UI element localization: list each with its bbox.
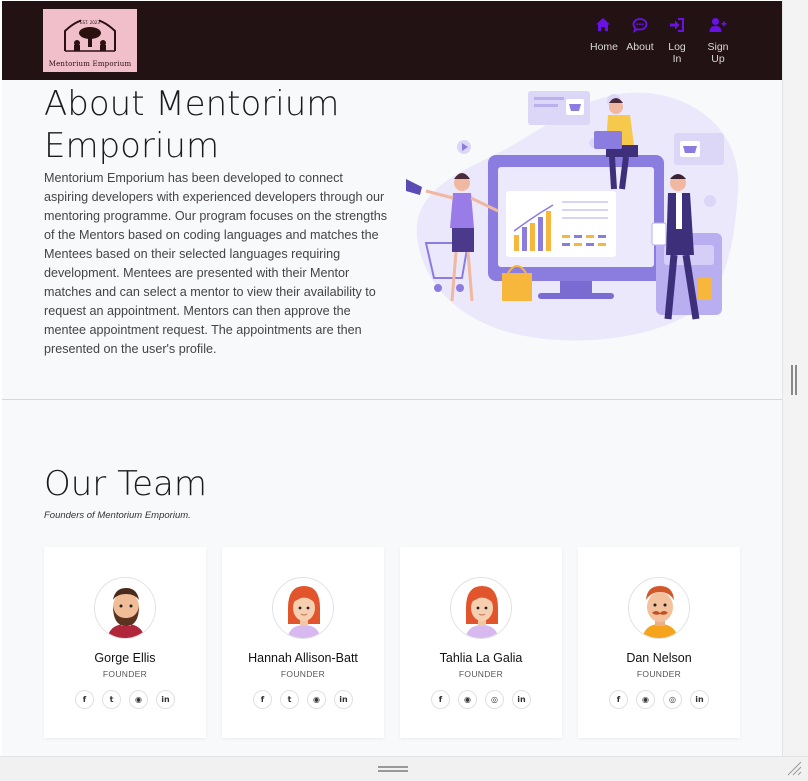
page-viewport: EST. 2023 Mentorium Emporium Home About …: [2, 1, 782, 756]
section-divider: [2, 399, 782, 400]
team-card: Dan Nelson FOUNDER f ◉ ◎ in: [578, 547, 740, 738]
avatar: [94, 577, 156, 639]
twitter-icon[interactable]: t: [102, 690, 121, 709]
nav-about-label: About: [626, 41, 654, 53]
member-role: FOUNDER: [280, 669, 326, 679]
hero-illustration: [406, 91, 739, 341]
avatar: [450, 577, 512, 639]
github-icon[interactable]: ◉: [636, 690, 655, 709]
team-card: Gorge Ellis FOUNDER f t ◉ in: [44, 547, 206, 738]
linkedin-icon[interactable]: in: [690, 690, 709, 709]
team-card: Tahlia La Galia FOUNDER f ◉ ◎ in: [400, 547, 562, 738]
github-icon[interactable]: ◉: [307, 690, 326, 709]
nav-signup[interactable]: Sign Up: [700, 17, 736, 65]
resize-handle[interactable]: [378, 766, 408, 772]
nav-signup-label: Sign Up: [707, 41, 729, 65]
logo-text: Mentorium Emporium: [48, 60, 132, 68]
home-icon: [596, 18, 610, 31]
facebook-icon[interactable]: f: [75, 690, 94, 709]
instagram-icon[interactable]: ◎: [485, 690, 504, 709]
nav-login[interactable]: Log In: [663, 17, 691, 65]
facebook-icon[interactable]: f: [431, 690, 450, 709]
svg-text:EST. 2023: EST. 2023: [80, 20, 100, 25]
github-icon[interactable]: ◉: [129, 690, 148, 709]
brand-logo[interactable]: EST. 2023 Mentorium Emporium: [43, 9, 137, 72]
linkedin-icon[interactable]: in: [512, 690, 531, 709]
member-role: FOUNDER: [458, 669, 504, 679]
linkedin-icon[interactable]: in: [156, 690, 175, 709]
facebook-icon[interactable]: f: [253, 690, 272, 709]
user-plus-icon: [709, 18, 727, 32]
member-name: Dan Nelson: [626, 651, 692, 665]
social-links: f t ◉ in: [44, 690, 206, 709]
red-hair-woman-avatar-icon: [273, 578, 333, 638]
twitter-icon[interactable]: t: [280, 690, 299, 709]
social-links: f ◉ ◎ in: [578, 690, 740, 709]
bearded-man-avatar-icon: [95, 578, 155, 638]
instagram-icon[interactable]: ◎: [663, 690, 682, 709]
nav-home-label: Home: [590, 41, 619, 53]
avatar: [272, 577, 334, 639]
team-subtitle: Founders of Mentorium Emporium.: [44, 510, 191, 521]
social-links: f ◉ ◎ in: [400, 690, 562, 709]
social-links: f t ◉ in: [222, 690, 384, 709]
resize-corner-icon[interactable]: [786, 760, 802, 776]
team-title: Our Team: [44, 464, 207, 504]
nav-login-label: Log In: [668, 41, 686, 65]
member-name: Gorge Ellis: [94, 651, 156, 665]
facebook-icon[interactable]: f: [609, 690, 628, 709]
mustache-man-avatar-icon: [629, 578, 689, 638]
member-name: Hannah Allison-Batt: [248, 651, 358, 665]
nav-home[interactable]: Home: [590, 17, 619, 53]
member-role: FOUNDER: [636, 669, 682, 679]
navbar: EST. 2023 Mentorium Emporium Home About …: [2, 1, 782, 80]
linkedin-icon[interactable]: in: [334, 690, 353, 709]
member-name: Tahlia La Galia: [439, 651, 523, 665]
scrollbar-thumb[interactable]: [791, 365, 797, 395]
about-description: Mentorium Emporium has been developed to…: [44, 171, 387, 356]
nav-about[interactable]: About: [626, 17, 654, 53]
team-card: Hannah Allison-Batt FOUNDER f t ◉ in: [222, 547, 384, 738]
avatar: [628, 577, 690, 639]
login-icon: [670, 18, 684, 32]
about-title: About Mentorium Emporium: [44, 84, 340, 166]
chat-icon: [632, 18, 648, 33]
member-role: FOUNDER: [102, 669, 148, 679]
red-hair-woman-avatar-icon: [451, 578, 511, 638]
github-icon[interactable]: ◉: [458, 690, 477, 709]
